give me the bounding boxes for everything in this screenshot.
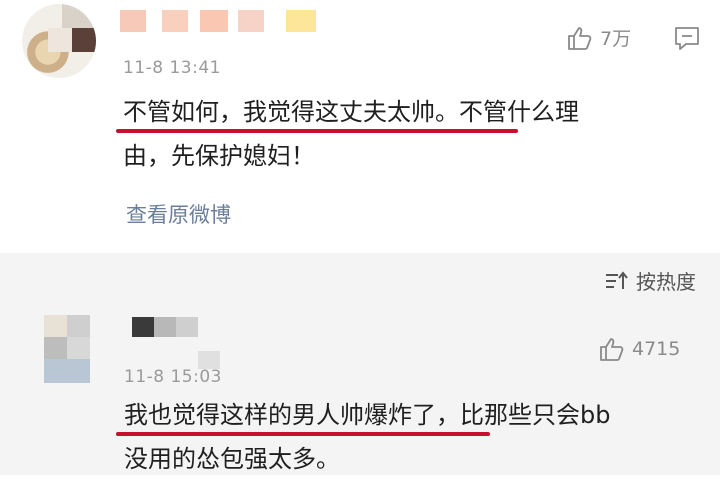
comment-card-2: 11-8 15:03 4715 我也觉得这样的男人帅爆炸了，比那些只会bb 没用…: [0, 305, 720, 475]
comment-card-1: 11-8 13:41 7万 不管如何，我觉得这丈夫太帅。不管什么理 由，先保护媳…: [0, 0, 720, 253]
comment-text-line2: 由，先保护媳妇！: [123, 142, 315, 170]
red-underline: [116, 129, 518, 133]
red-underline: [116, 432, 490, 436]
highlighted-text: 不管如何，我觉得这丈夫太帅。: [123, 98, 459, 126]
comment-text: 不管如何，我觉得这丈夫太帅。不管什么理 由，先保护媳妇！: [123, 90, 703, 178]
sort-label: 按热度: [636, 270, 696, 294]
thumbs-up-icon: [600, 338, 624, 361]
comment-icon[interactable]: [674, 26, 700, 50]
comment-text-rest: 比那些只会bb: [460, 401, 611, 429]
like-button[interactable]: 4715: [598, 336, 680, 362]
like-count: 7万: [600, 28, 632, 50]
comment-text: 我也觉得这样的男人帅爆炸了，比那些只会bb 没用的怂包强太多。: [124, 393, 704, 481]
like-button[interactable]: 7万: [566, 24, 631, 51]
avatar[interactable]: [44, 315, 90, 383]
comment-timestamp: 11-8 13:41: [123, 58, 221, 78]
sort-icon: [606, 270, 628, 289]
comment-timestamp: 11-8 15:03: [124, 367, 222, 387]
sort-by-hot-button[interactable]: 按热度: [604, 266, 696, 295]
view-original-link[interactable]: 查看原微博: [126, 199, 231, 229]
username-redacted[interactable]: [110, 4, 340, 38]
comment-text-line2: 没用的怂包强太多。: [124, 445, 340, 473]
comment-text-rest: 不管什么理: [459, 98, 579, 126]
like-count: 4715: [632, 338, 681, 360]
username-redacted[interactable]: [128, 313, 238, 373]
thumbs-up-icon: [568, 26, 592, 50]
highlighted-text: 我也觉得这样的男人帅爆炸了，: [124, 401, 460, 429]
avatar[interactable]: [22, 4, 96, 78]
